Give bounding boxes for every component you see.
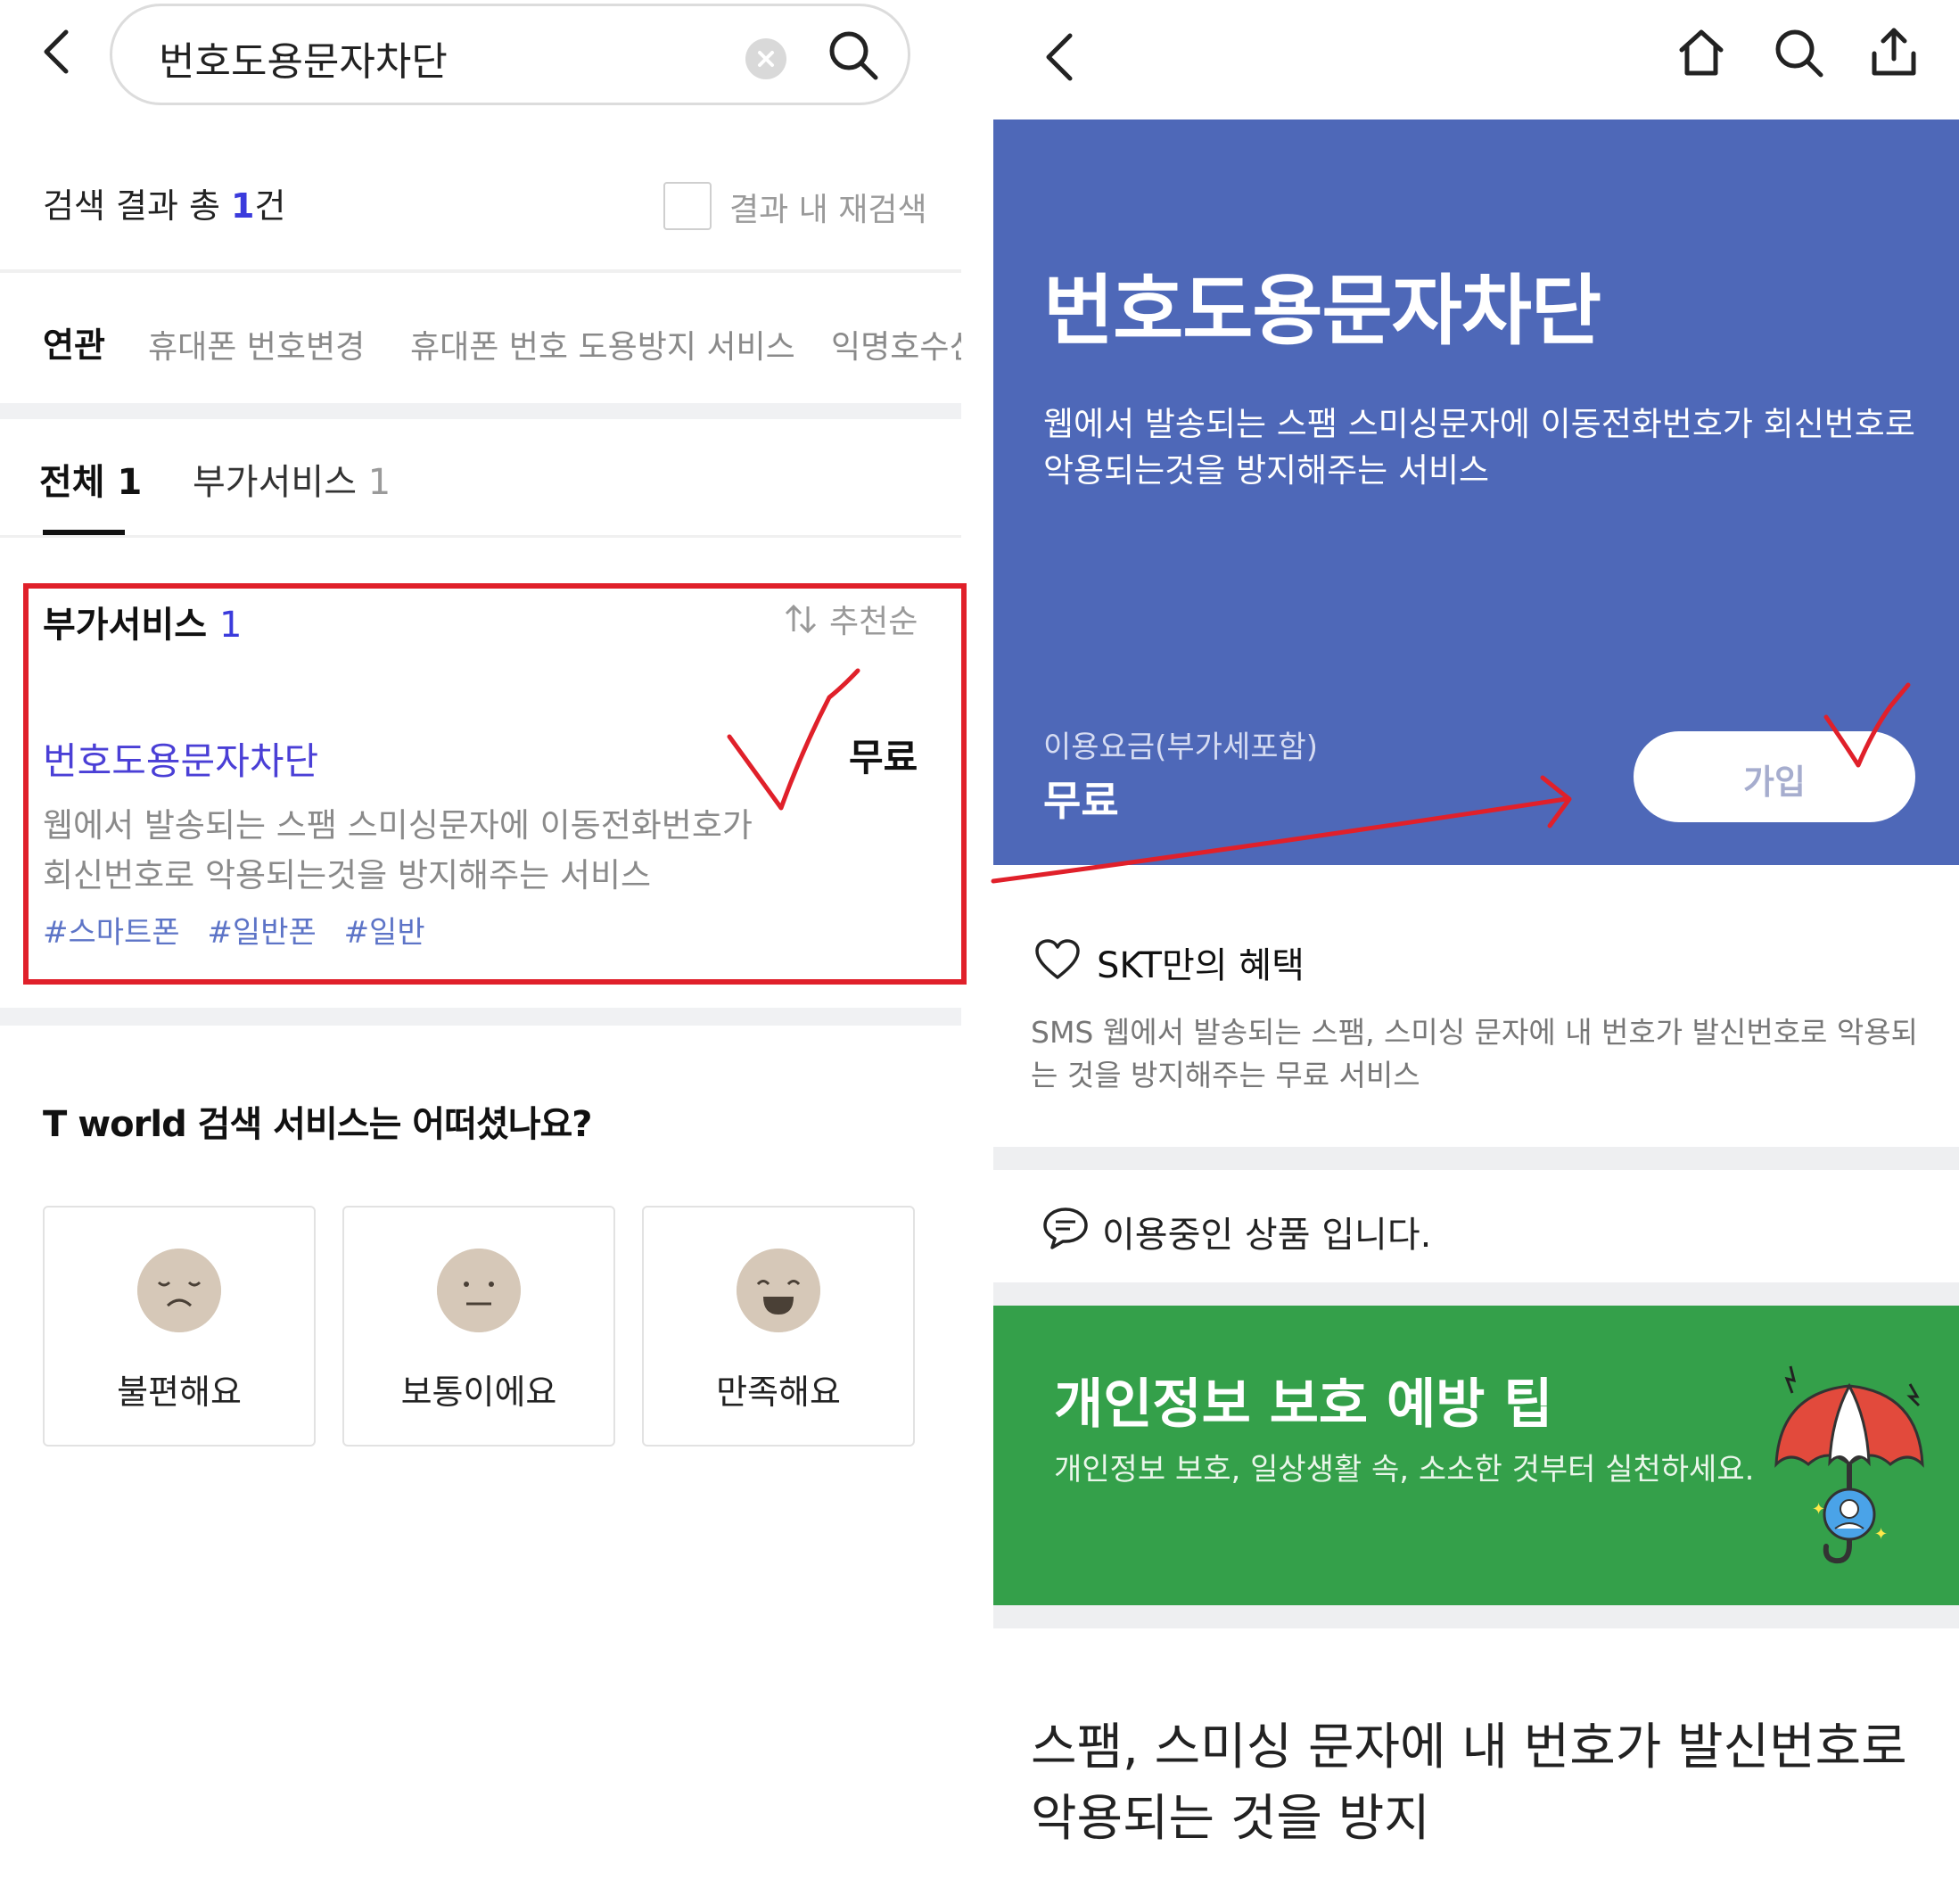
privacy-tip-banner[interactable]: 개인정보 보호 예방 팁 개인정보 보호, 일상생활 속, 소소한 것부터 실천…: [993, 1306, 1959, 1605]
fee-value: 무료: [1043, 777, 1119, 825]
chat-bubble-icon: [1043, 1208, 1088, 1249]
survey-question: T world 검색 서비스는 어떠셨나요?: [43, 1104, 592, 1145]
related-keywords: 연관 휴대폰 번호변경 휴대폰 번호 도용방지 서비스 익명호수신: [0, 312, 961, 383]
refine-search-label[interactable]: 결과 내 재검색: [729, 184, 927, 230]
section-gap: [993, 1147, 1959, 1170]
survey-option-neutral[interactable]: 보통이에요: [342, 1206, 615, 1447]
survey-option-unsatisfied[interactable]: 불편해요: [43, 1206, 316, 1447]
service-price: 무료: [849, 736, 918, 779]
section-count: 1: [218, 605, 243, 646]
happy-face-icon: [737, 1249, 820, 1332]
svg-text:✦: ✦: [1874, 1525, 1888, 1544]
sort-label[interactable]: 추천순: [829, 596, 918, 642]
search-input[interactable]: 번호도용문자차단: [110, 4, 910, 105]
section-gap: [0, 403, 961, 419]
service-title-link[interactable]: 번호도용문자차단: [43, 731, 318, 786]
divider: [0, 269, 961, 273]
fee-label: 이용요금(부가세포함): [1043, 729, 1319, 765]
search-icon[interactable]: [826, 28, 881, 83]
result-count-number: 1: [231, 186, 255, 226]
product-description: 웹에서 발송되는 스팸 스미싱문자에 이동전화번호가 회신번호로 악용되는것을 …: [1043, 405, 1915, 490]
back-arrow-icon[interactable]: [34, 25, 87, 78]
related-tag[interactable]: 휴대폰 번호 도용방지 서비스: [410, 321, 795, 367]
section-gap: [993, 1282, 1959, 1306]
related-tag[interactable]: 휴대폰 번호변경: [148, 321, 365, 367]
hashtag[interactable]: #일반폰: [207, 915, 316, 951]
share-icon[interactable]: [1867, 25, 1921, 78]
join-button[interactable]: 가입: [1634, 731, 1915, 822]
section-title-label: 부가서비스: [43, 605, 207, 646]
benefit-description: SMS 웹에서 발송되는 스팸, 스미싱 문자에 내 번호가 발신번호로 악용되…: [1031, 1015, 1918, 1092]
tip-description: 개인정보 보호, 일상생활 속, 소소한 것부터 실천하세요.: [1054, 1452, 1755, 1488]
in-use-status: 이용중인 상품 입니다.: [1102, 1215, 1432, 1256]
tip-title: 개인정보 보호 예방 팁: [1054, 1373, 1553, 1436]
clear-icon[interactable]: [745, 38, 786, 79]
heart-icon: [1035, 939, 1080, 979]
benefit-title: SKT만의 혜택: [1097, 945, 1305, 986]
survey-option-satisfied[interactable]: 만족해요: [642, 1206, 915, 1447]
tab-addon-services[interactable]: 부가서비스 1: [193, 453, 391, 505]
search-results-screen: 번호도용문자차단 검색 결과 총 1건 결과 내 재검색 연관 휴대폰 번호변경…: [0, 0, 967, 1904]
result-count-suffix: 건: [254, 186, 286, 226]
neutral-face-icon: [437, 1249, 521, 1332]
section-title: 부가서비스 1: [43, 596, 242, 647]
result-count: 검색 결과 총 1건: [43, 178, 285, 227]
sort-icon[interactable]: [783, 601, 819, 637]
umbrella-icon: ✦ ✦: [1774, 1365, 1924, 1564]
product-hero: 번호도용문자차단 웹에서 발송되는 스팸 스미싱문자에 이동전화번호가 회신번호…: [993, 120, 1959, 865]
tab-addon-label: 부가서비스: [193, 462, 357, 503]
result-count-prefix: 검색 결과 총: [43, 186, 232, 226]
related-title: 연관: [43, 326, 105, 365]
service-description: 웹에서 발송되는 스팸 스미싱문자에 이동전화번호가 회신번호로 악용되는것을 …: [43, 806, 753, 894]
divider: [0, 535, 961, 538]
product-title: 번호도용문자차단: [1043, 267, 1601, 356]
related-tag[interactable]: 익명호수신: [831, 321, 961, 367]
feature-headline: 스팸, 스미싱 문자에 내 번호가 발신번호로 악용되는 것을 방지: [1031, 1719, 1907, 1848]
refine-search-checkbox[interactable]: [663, 182, 712, 230]
sad-face-icon: [137, 1249, 221, 1332]
product-detail-screen: 번호도용문자차단 웹에서 발송되는 스팸 스미싱문자에 이동전화번호가 회신번호…: [981, 0, 1959, 1904]
tab-all[interactable]: 전체 1: [39, 453, 142, 505]
survey-option-label: 보통이에요: [400, 1372, 557, 1412]
section-gap: [993, 1605, 1959, 1628]
section-gap: [0, 1008, 961, 1026]
join-button-label: 가입: [1743, 762, 1806, 802]
survey-option-label: 만족해요: [716, 1372, 841, 1412]
hashtag[interactable]: #스마트폰: [43, 915, 180, 951]
hashtag-list: #스마트폰 #일반폰 #일반: [43, 908, 443, 952]
home-icon[interactable]: [1675, 25, 1728, 78]
search-query-text[interactable]: 번호도용문자차단: [159, 29, 448, 87]
hashtag[interactable]: #일반: [344, 915, 425, 951]
back-arrow-icon[interactable]: [1034, 29, 1088, 86]
tab-addon-count: 1: [367, 462, 391, 503]
search-icon[interactable]: [1773, 27, 1826, 80]
svg-text:✦: ✦: [1812, 1500, 1825, 1519]
survey-option-label: 불편해요: [117, 1372, 242, 1412]
